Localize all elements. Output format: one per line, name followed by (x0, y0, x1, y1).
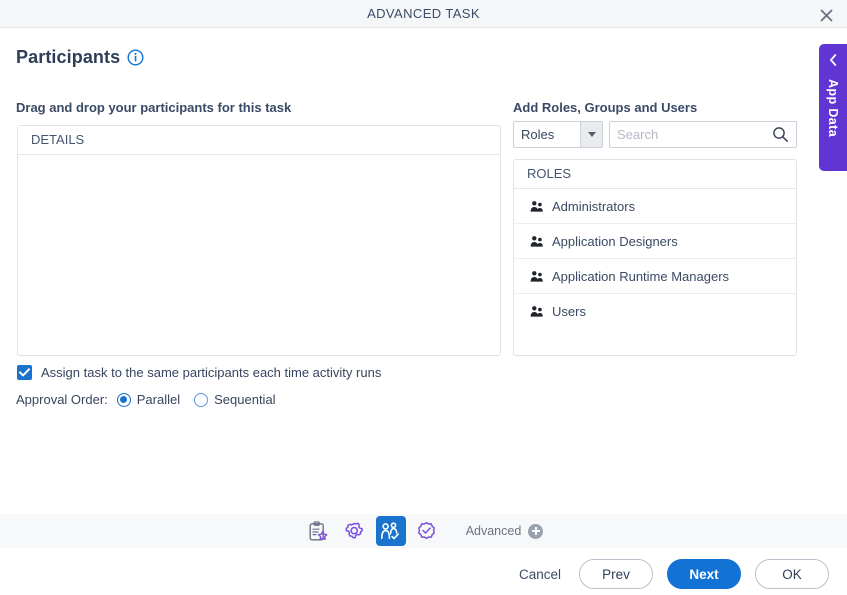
verification-badge-icon[interactable] (412, 516, 442, 546)
close-icon[interactable] (815, 4, 837, 26)
list-item-label: Application Runtime Managers (552, 268, 730, 284)
details-body[interactable] (18, 155, 500, 355)
chevron-left-icon (829, 53, 838, 71)
chevron-down-icon[interactable] (580, 122, 602, 147)
details-header: DETAILS (18, 126, 500, 155)
participants-drop-label: Drag and drop your participants for this… (16, 100, 292, 115)
ok-button[interactable]: OK (755, 559, 829, 589)
list-item-label: Application Designers (552, 233, 678, 249)
list-item[interactable]: Administrators (514, 189, 796, 224)
next-button[interactable]: Next (667, 559, 741, 589)
roles-list-panel: ROLES Administrators Application Designe… (513, 159, 797, 356)
assign-same-participants-label: Assign task to the same participants eac… (41, 365, 382, 380)
participants-icon[interactable] (375, 516, 406, 546)
step-toolbar: Advanced (0, 514, 847, 548)
form-settings-icon[interactable] (304, 516, 334, 546)
info-icon[interactable] (127, 49, 144, 66)
assign-same-participants-row[interactable]: Assign task to the same participants eac… (17, 365, 381, 380)
search-controls-row: Roles (513, 121, 797, 148)
approval-order-sequential[interactable]: Sequential (194, 392, 276, 407)
radio-parallel-label: Parallel (136, 392, 181, 407)
list-item-label: Administrators (552, 198, 636, 214)
radio-parallel[interactable] (116, 392, 131, 407)
approval-order-row: Approval Order: Parallel Sequential (16, 392, 290, 407)
approval-order-parallel[interactable]: Parallel (116, 392, 181, 407)
app-data-tab[interactable]: App Data (819, 44, 847, 171)
group-icon (530, 305, 544, 318)
app-data-tab-label: App Data (826, 79, 840, 138)
search-icon[interactable] (772, 126, 789, 148)
cancel-button[interactable]: Cancel (515, 559, 565, 589)
dialog-titlebar: ADVANCED TASK (0, 0, 847, 28)
page-header: Participants (16, 47, 144, 68)
approval-order-label: Approval Order: (16, 392, 108, 407)
group-icon (530, 270, 544, 283)
list-item[interactable]: Application Designers (514, 224, 796, 259)
type-select[interactable]: Roles (513, 121, 603, 148)
search-box[interactable] (609, 121, 797, 148)
list-item[interactable]: Application Runtime Managers (514, 259, 796, 294)
radio-sequential-label: Sequential (214, 392, 276, 407)
advanced-toggle[interactable]: Advanced (465, 523, 544, 539)
roles-list-header: ROLES (514, 160, 796, 189)
dialog-title: ADVANCED TASK (367, 6, 480, 21)
page-title: Participants (16, 47, 121, 67)
advanced-label: Advanced (465, 524, 522, 538)
list-item[interactable]: Users (514, 294, 796, 329)
group-icon (530, 235, 544, 248)
advanced-task-dialog: ADVANCED TASK Participants Drag and drop… (0, 0, 847, 595)
list-item-label: Users (552, 304, 586, 319)
group-icon (530, 200, 544, 213)
dialog-footer: Cancel Prev Next OK (0, 553, 847, 595)
plus-circle-icon[interactable] (528, 523, 544, 539)
type-select-value: Roles (521, 127, 555, 142)
participants-drop-area[interactable]: DETAILS (17, 125, 501, 356)
prev-button[interactable]: Prev (579, 559, 653, 589)
add-roles-groups-users-label: Add Roles, Groups and Users (513, 100, 698, 115)
radio-sequential[interactable] (194, 392, 209, 407)
assign-same-participants-checkbox[interactable] (17, 365, 32, 380)
gear-icon[interactable] (340, 516, 370, 546)
search-input[interactable] (610, 122, 768, 147)
